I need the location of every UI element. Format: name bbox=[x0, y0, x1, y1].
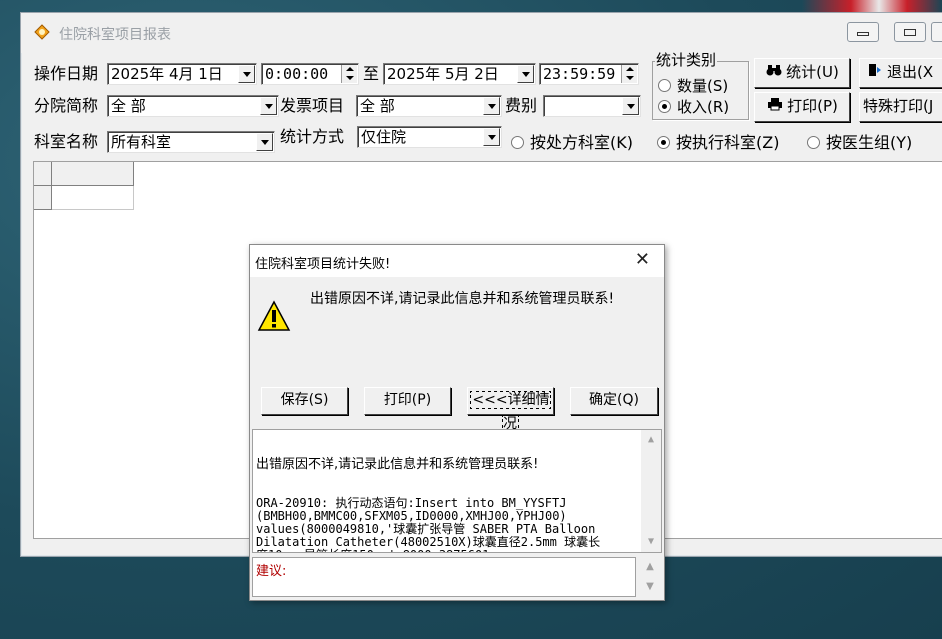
detail-body-text: ORA-20910: 执行动态语句:Insert into BM_YYSFTJ … bbox=[256, 496, 601, 553]
start-time-value: 0:00:00 bbox=[265, 65, 329, 83]
dialog-close-icon[interactable]: ✕ bbox=[635, 250, 650, 270]
dept-name-dropdown[interactable] bbox=[256, 133, 273, 151]
dialog-save-label: 保存(S) bbox=[280, 392, 329, 408]
window-title: 住院科室项目报表 bbox=[59, 27, 171, 43]
dialog-title-bar: 住院科室项目统计失败! ✕ bbox=[250, 245, 664, 277]
maximize-button[interactable] bbox=[894, 22, 926, 42]
dept-name-select[interactable]: 所有科室 bbox=[107, 131, 275, 153]
radio-income-label: 收入(R) bbox=[677, 98, 730, 116]
end-date-value: 2025年 5月 2日 bbox=[387, 65, 499, 83]
minimize-button[interactable] bbox=[847, 22, 879, 42]
special-print-button-label: 特殊打印(J bbox=[863, 97, 934, 115]
stat-button-label: 统计(U) bbox=[786, 63, 839, 81]
radio-by-doctor-group-dot bbox=[807, 136, 820, 149]
close-button[interactable] bbox=[931, 22, 942, 42]
radio-quantity[interactable]: 数量(S) bbox=[658, 76, 728, 96]
to-label: 至 bbox=[363, 64, 380, 83]
invoice-item-dropdown[interactable] bbox=[483, 97, 500, 115]
radio-income-dot bbox=[658, 100, 671, 113]
dialog-print-label: 打印(P) bbox=[383, 392, 432, 408]
error-dialog: 住院科室项目统计失败! ✕ 出错原因不详,请记录此信息并和系统管理员联系! 保存… bbox=[249, 244, 665, 601]
branch-select[interactable]: 全 部 bbox=[107, 95, 279, 117]
advice-scroll-up-icon[interactable]: ▲ bbox=[640, 557, 660, 577]
dialog-ok-button[interactable]: 确定(Q) bbox=[570, 387, 658, 415]
advice-label: 建议: bbox=[256, 564, 287, 579]
branch-value: 全 部 bbox=[111, 97, 146, 115]
grid-header-cell bbox=[52, 162, 134, 186]
exit-button-label: 退出(X bbox=[887, 63, 934, 81]
radio-by-prescribing-dept-dot bbox=[511, 136, 524, 149]
invoice-item-label: 发票项目 bbox=[280, 96, 345, 115]
operation-date-label: 操作日期 bbox=[34, 64, 99, 83]
stat-button[interactable]: 统计(U) bbox=[754, 58, 850, 88]
radio-by-executing-dept[interactable]: 按执行科室(Z) bbox=[657, 133, 779, 153]
radio-quantity-label: 数量(S) bbox=[677, 77, 729, 95]
dialog-message: 出错原因不详,请记录此信息并和系统管理员联系! bbox=[310, 291, 615, 307]
dialog-title: 住院科室项目统计失败! bbox=[255, 257, 391, 272]
start-date-picker[interactable]: 2025年 4月 1日 bbox=[107, 63, 257, 85]
stat-method-dropdown[interactable] bbox=[483, 128, 500, 146]
warning-icon bbox=[257, 300, 291, 331]
stat-method-value: 仅住院 bbox=[361, 128, 407, 146]
start-time-spinner[interactable] bbox=[341, 65, 357, 83]
dialog-ok-label: 确定(Q) bbox=[589, 392, 639, 408]
radio-quantity-dot bbox=[658, 79, 671, 92]
scroll-down-icon[interactable]: ▼ bbox=[641, 532, 661, 552]
grid-cell[interactable] bbox=[52, 186, 134, 210]
print-button[interactable]: 打印(P) bbox=[754, 92, 850, 122]
grid-corner-cell bbox=[34, 162, 52, 186]
fee-type-dropdown[interactable] bbox=[622, 97, 639, 115]
end-date-dropdown[interactable] bbox=[517, 65, 534, 83]
error-detail-textbox[interactable]: 出错原因不详,请记录此信息并和系统管理员联系! ORA-20910: 执行动态语… bbox=[252, 429, 662, 553]
scroll-up-icon[interactable]: ▲ bbox=[641, 430, 661, 450]
exit-door-icon bbox=[866, 59, 884, 85]
stat-category-title: 统计类别 bbox=[655, 51, 718, 69]
invoice-item-select[interactable]: 全 部 bbox=[356, 95, 502, 117]
end-time-value: 23:59:59 bbox=[543, 65, 616, 83]
print-button-label: 打印(P) bbox=[787, 97, 838, 115]
dialog-print-button[interactable]: 打印(P) bbox=[364, 387, 451, 415]
start-date-dropdown[interactable] bbox=[238, 65, 255, 83]
title-bar: 住院科室项目报表 bbox=[21, 13, 942, 53]
printer-icon bbox=[766, 93, 784, 119]
dialog-body: 出错原因不详,请记录此信息并和系统管理员联系! 保存(S) 打印(P) <<<详… bbox=[250, 277, 664, 433]
fee-type-label: 费别 bbox=[505, 96, 538, 115]
dialog-save-button[interactable]: 保存(S) bbox=[261, 387, 348, 415]
special-print-button[interactable]: 特殊打印(J bbox=[859, 92, 942, 122]
advice-scroll-down-icon[interactable]: ▼ bbox=[640, 577, 660, 597]
radio-by-prescribing-dept-label: 按处方科室(K) bbox=[530, 133, 633, 152]
advice-textbox[interactable]: 建议: bbox=[252, 557, 636, 597]
dept-name-value: 所有科室 bbox=[111, 133, 172, 151]
grid-row-header-cell bbox=[34, 186, 52, 210]
end-time-spinner[interactable] bbox=[621, 65, 637, 83]
stat-category-group: 统计类别 数量(S) 收入(R) bbox=[652, 51, 749, 120]
detail-scrollbar[interactable]: ▲ ▼ bbox=[641, 430, 661, 552]
invoice-item-value: 全 部 bbox=[360, 97, 395, 115]
binoculars-icon bbox=[765, 59, 783, 85]
fee-type-select[interactable] bbox=[543, 95, 641, 117]
dialog-detail-button[interactable]: <<<详细情况 bbox=[467, 387, 554, 433]
advice-scrollbar[interactable]: ▲ ▼ bbox=[638, 557, 662, 597]
start-date-value: 2025年 4月 1日 bbox=[111, 65, 223, 83]
radio-by-doctor-group[interactable]: 按医生组(Y) bbox=[807, 133, 912, 153]
exit-button[interactable]: 退出(X bbox=[859, 58, 942, 88]
dialog-detail-label: <<<详细情况 bbox=[470, 391, 551, 433]
start-time-field[interactable]: 0:00:00 bbox=[261, 63, 359, 85]
end-time-field[interactable]: 23:59:59 bbox=[539, 63, 639, 85]
app-icon bbox=[34, 24, 50, 40]
end-date-picker[interactable]: 2025年 5月 2日 bbox=[383, 63, 536, 85]
radio-by-executing-dept-label: 按执行科室(Z) bbox=[676, 133, 780, 152]
branch-label: 分院简称 bbox=[34, 96, 99, 115]
radio-by-doctor-group-label: 按医生组(Y) bbox=[826, 133, 913, 152]
branch-dropdown[interactable] bbox=[260, 97, 277, 115]
radio-by-prescribing-dept[interactable]: 按处方科室(K) bbox=[511, 133, 633, 153]
stat-method-select[interactable]: 仅住院 bbox=[357, 126, 502, 148]
dept-name-label: 科室名称 bbox=[34, 132, 99, 151]
radio-by-executing-dept-dot bbox=[657, 136, 670, 149]
detail-first-line: 出错原因不详,请记录此信息并和系统管理员联系! bbox=[256, 457, 539, 472]
stat-method-label: 统计方式 bbox=[280, 127, 345, 146]
radio-income[interactable]: 收入(R) bbox=[658, 97, 729, 117]
